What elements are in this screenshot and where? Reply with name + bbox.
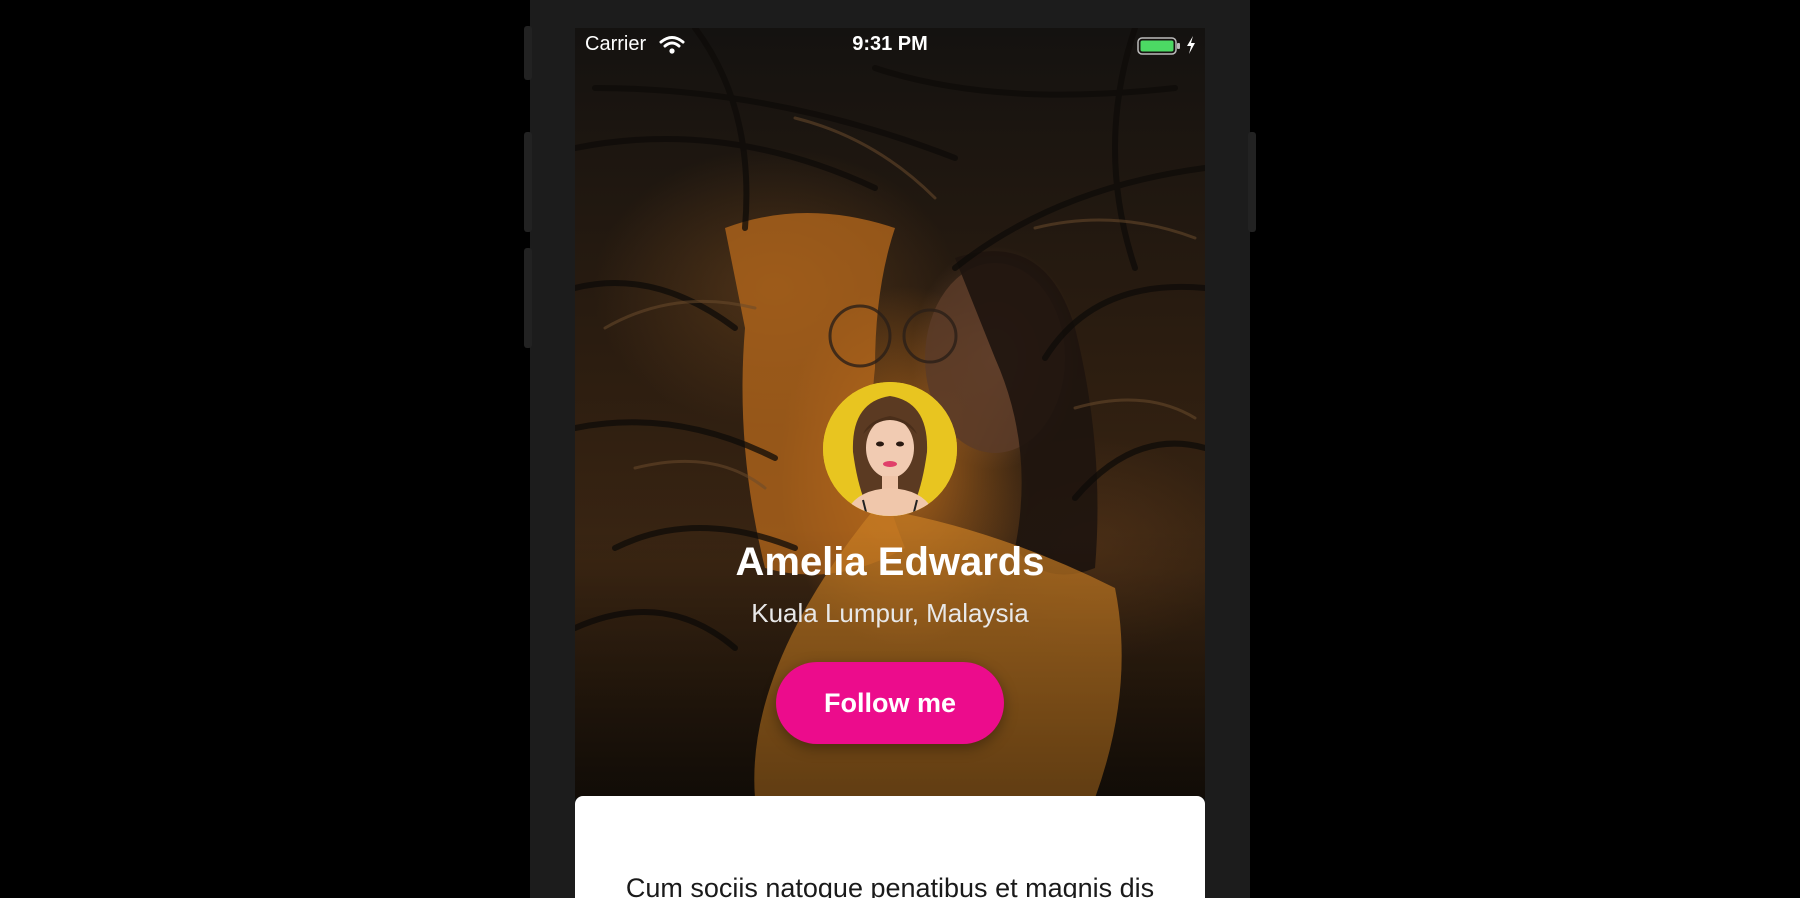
battery-icon	[1137, 37, 1180, 55]
profile-name: Amelia Edwards	[735, 540, 1045, 584]
follow-button[interactable]: Follow me	[776, 662, 1004, 744]
status-bar: Carrier 9:31 PM	[575, 28, 1205, 62]
avatar[interactable]	[823, 382, 957, 516]
charging-bolt-icon	[1187, 36, 1195, 54]
mute-switch	[524, 26, 532, 80]
volume-down-button	[524, 248, 532, 348]
avatar-portrait	[823, 382, 957, 516]
status-time: 9:31 PM	[852, 33, 928, 55]
power-button	[1248, 132, 1256, 232]
profile-location: Kuala Lumpur, Malaysia	[751, 598, 1029, 628]
bio-card: Cum sociis natoque penatibus et magnis d…	[575, 796, 1205, 898]
bio-text: Cum sociis natoque penatibus et magnis d…	[625, 873, 1155, 898]
simulator-stage: Carrier 9:31 PM Amelia Edwards Kuala Lum…	[0, 0, 1800, 898]
phone-screen: Carrier 9:31 PM Amelia Edwards Kuala Lum…	[575, 28, 1205, 898]
volume-up-button	[524, 132, 532, 232]
